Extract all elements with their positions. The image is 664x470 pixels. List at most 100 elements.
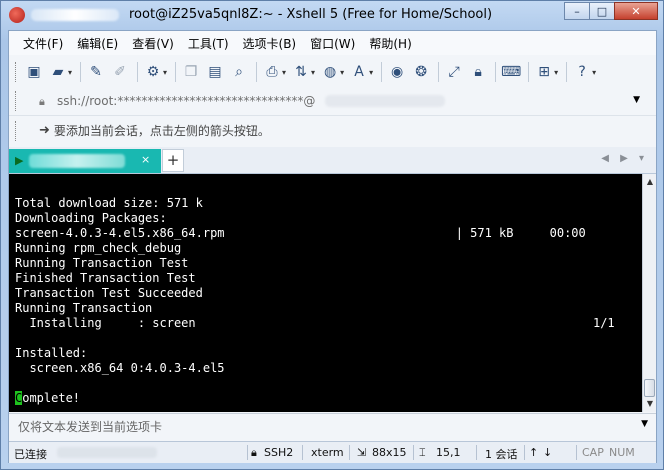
cursor-position-status: 15,1: [436, 446, 461, 459]
add-tab-button[interactable]: +: [162, 149, 184, 172]
session-hint-text: 要添加当前会话，点击左侧的箭头按钮。: [53, 124, 270, 138]
terminal-type-status: xterm: [311, 446, 344, 459]
copy-icon[interactable]: ❐: [182, 63, 200, 81]
compose-dropdown-icon[interactable]: ▼: [641, 419, 648, 429]
tab-bar: ▶ × + ◀ ▶ ▾: [9, 147, 656, 174]
status-separator: [476, 445, 477, 460]
new-tab-dropdown-icon[interactable]: ▾: [554, 68, 558, 77]
session-down-icon[interactable]: ↓: [543, 446, 552, 459]
toolbar-separator: [137, 62, 139, 82]
session-hint-bar: ➜ 要添加当前会话，点击左侧的箭头按钮。: [9, 115, 656, 145]
terminal-line: Installing : screen 1/1: [15, 316, 615, 330]
redacted-address-area: [325, 95, 446, 107]
terminal-line: Installed:: [15, 346, 88, 360]
properties-icon[interactable]: ⚙: [144, 63, 162, 81]
toolbar-separator: [80, 62, 82, 82]
new-session-icon[interactable]: ▣: [25, 63, 43, 81]
address-bar-grip[interactable]: [15, 91, 19, 111]
print-dropdown-icon[interactable]: ▾: [282, 68, 286, 77]
font-dropdown-icon[interactable]: ▾: [369, 68, 373, 77]
menu-view[interactable]: 查看(V): [132, 35, 174, 52]
terminal-last-line: Complete!: [15, 391, 80, 406]
menu-tabs[interactable]: 选项卡(B): [243, 35, 297, 52]
status-separator: [413, 445, 414, 460]
print-icon[interactable]: ⎙: [263, 63, 281, 81]
redacted-tab-title: [29, 154, 125, 168]
scroll-down-icon[interactable]: ▼: [644, 397, 656, 411]
toolbar: ▣ ▰ ▾ ✎ ✐ ⚙ ▾ ❐ ▤ ⌕ ⎙ ▾ ⇅ ▾ ◍ ▾ A ▾ ◉ ❂ ⤢ 🔒︎ ⌨: [9, 56, 656, 88]
terminal-line-text: omplete!: [22, 391, 81, 405]
xshell-app-icon[interactable]: [9, 7, 25, 23]
properties-dropdown-icon[interactable]: ▾: [163, 68, 167, 77]
toolbar-grip[interactable]: [15, 62, 19, 82]
address-text[interactable]: ssh://root:*****************************…: [57, 94, 315, 108]
toolbar-separator: [256, 62, 258, 82]
terminal-line: screen-4.0.3-4.el5.x86_64.rpm | 571 kB 0…: [15, 226, 586, 240]
client-area: 文件(F) 编辑(E) 查看(V) 工具(T) 选项卡(B) 窗口(W) 帮助(…: [8, 30, 657, 463]
caps-lock-indicator: CAP: [582, 446, 604, 459]
tab-navigation-icons[interactable]: ◀ ▶ ▾: [601, 153, 648, 164]
xshell-window: root@iZ25va5qnl8Z:~ - Xshell 5 (Free for…: [0, 0, 664, 470]
hint-bar-grip[interactable]: [15, 120, 19, 141]
menu-bar: 文件(F) 编辑(E) 查看(V) 工具(T) 选项卡(B) 窗口(W) 帮助(…: [9, 31, 656, 55]
session-up-icon[interactable]: ↑: [529, 446, 538, 459]
reconnect-icon[interactable]: ✎: [87, 63, 105, 81]
connected-status-icon: ▶: [15, 154, 24, 167]
toolbar-separator: [566, 62, 568, 82]
close-button[interactable]: ✕: [614, 2, 658, 20]
transfer-icon[interactable]: ⇅: [292, 63, 310, 81]
address-dropdown-icon[interactable]: ▼: [633, 95, 640, 105]
toolbar-separator: [528, 62, 530, 82]
terminal-size-status: 88x15: [372, 446, 407, 459]
fullscreen-icon[interactable]: ⤢: [445, 63, 463, 81]
transfer-dropdown-icon[interactable]: ▾: [311, 68, 315, 77]
open-dropdown-icon[interactable]: ▾: [68, 68, 72, 77]
xftp-icon[interactable]: ◉: [388, 63, 406, 81]
font-icon[interactable]: A: [350, 63, 368, 81]
terminal-line: Downloading Packages:: [15, 211, 167, 225]
globe-dropdown-icon[interactable]: ▾: [340, 68, 344, 77]
find-icon[interactable]: ⌕: [230, 63, 248, 81]
num-lock-indicator: NUM: [609, 446, 635, 459]
menu-edit[interactable]: 编辑(E): [77, 35, 118, 52]
address-bar: 🔒︎ ssh://root:**************************…: [9, 89, 656, 113]
terminal-line: Running Transaction: [15, 301, 153, 315]
menu-tools[interactable]: 工具(T): [188, 35, 229, 52]
globe-icon[interactable]: ◍: [321, 63, 339, 81]
session-count-status: 1 会话: [485, 448, 518, 461]
menu-window[interactable]: 窗口(W): [310, 35, 355, 52]
menu-help[interactable]: 帮助(H): [369, 35, 411, 52]
new-tab-icon[interactable]: ⊞: [535, 63, 553, 81]
redacted-status-host: [57, 447, 157, 458]
minimize-button[interactable]: –: [564, 2, 590, 20]
menu-file[interactable]: 文件(F): [23, 35, 63, 52]
title-bar[interactable]: root@iZ25va5qnl8Z:~ - Xshell 5 (Free for…: [1, 1, 663, 29]
terminal-line: Running rpm_check_debug: [15, 241, 182, 255]
terminal-line: screen.x86_64 0:4.0.3-4.el5: [15, 361, 225, 375]
keyboard-icon[interactable]: ⌨: [501, 63, 521, 81]
terminal-line: Total download size: 571 k: [15, 196, 203, 210]
lock-icon[interactable]: 🔒︎: [469, 63, 487, 81]
open-folder-icon[interactable]: ▰: [49, 63, 67, 81]
script-icon[interactable]: ❂: [412, 63, 430, 81]
help-dropdown-icon[interactable]: ▾: [592, 68, 596, 77]
add-session-arrow-icon[interactable]: ➜: [39, 123, 50, 138]
compose-input[interactable]: 仅将文本发送到当前选项卡: [18, 418, 162, 435]
maximize-button[interactable]: □: [589, 2, 615, 20]
terminal-output[interactable]: Total download size: 571 k Downloading P…: [9, 174, 642, 412]
disconnect-icon[interactable]: ✐: [111, 63, 129, 81]
toolbar-separator: [381, 62, 383, 82]
compose-bar[interactable]: 仅将文本发送到当前选项卡 ▼: [9, 413, 656, 436]
status-separator: [576, 445, 577, 460]
terminal-scrollbar[interactable]: ▲ ▼: [642, 174, 656, 412]
toolbar-separator: [495, 62, 497, 82]
scroll-up-icon[interactable]: ▲: [644, 175, 656, 189]
status-separator: [247, 445, 248, 460]
tab-session[interactable]: ▶ ×: [9, 149, 161, 173]
cursor-position-icon: ⌶: [419, 446, 426, 459]
scroll-thumb[interactable]: [644, 379, 655, 397]
paste-icon[interactable]: ▤: [206, 63, 224, 81]
terminal-line: Running Transaction Test: [15, 256, 189, 270]
help-icon[interactable]: ?: [573, 63, 591, 81]
tab-close-icon[interactable]: ×: [141, 153, 150, 166]
